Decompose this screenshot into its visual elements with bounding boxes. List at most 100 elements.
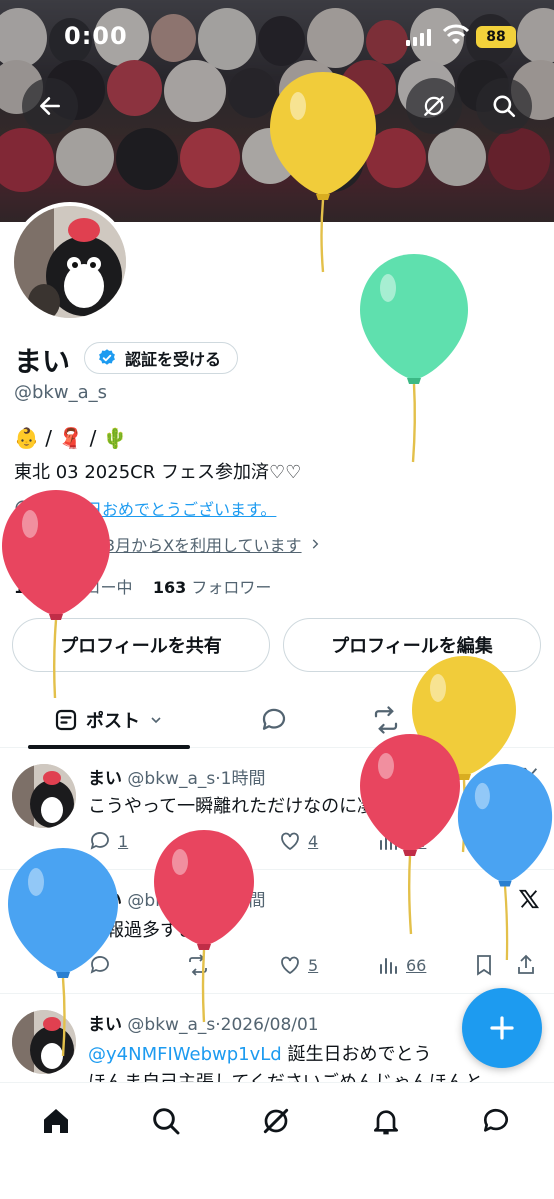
search-icon <box>153 1108 180 1135</box>
retweet-icon <box>189 954 207 976</box>
views-button[interactable]: 74 <box>376 826 426 856</box>
following-label: フォロー中 <box>52 578 133 597</box>
retweet-icon <box>189 830 207 852</box>
tab-replies[interactable] <box>246 692 302 748</box>
followers-link[interactable]: 163 フォロワー <box>153 578 272 597</box>
edit-profile-button[interactable]: プロフィールを編集 <box>283 618 541 672</box>
tweet-text-part: 誕生日おめでとう <box>281 1044 432 1065</box>
reply-count: 1 <box>118 831 129 851</box>
followers-count: 163 <box>152 578 187 597</box>
tweet-header: まい @bkw_a_s·1時間 <box>88 886 265 911</box>
back-button[interactable] <box>22 78 78 134</box>
share-profile-button[interactable]: プロフィールを共有 <box>12 618 270 672</box>
tweet-header: まい @bkw_a_s·1時間 <box>88 764 265 789</box>
birthday-icon <box>15 500 31 516</box>
tweet-avatar[interactable] <box>12 764 76 828</box>
joined-line: 2020 年 3月からXを利用しています <box>14 532 322 556</box>
tweet-avatar[interactable] <box>12 886 76 950</box>
reply-button[interactable] <box>88 950 112 980</box>
following-count: 168 <box>14 578 48 597</box>
nav-messages[interactable] <box>476 1101 516 1141</box>
search-icon <box>493 95 516 118</box>
grok-icon <box>424 96 444 116</box>
bio-line-1: 👶 / 🧣 / 🌵 <box>14 426 128 450</box>
tweet-time[interactable]: ·2026/08/01 <box>215 1015 318 1035</box>
media-icon <box>485 710 511 730</box>
tweet-author-handle[interactable]: @bkw_a_s <box>127 1015 215 1035</box>
tweet-avatar[interactable] <box>12 1010 76 1074</box>
notifications-icon <box>374 1110 398 1135</box>
search-button[interactable] <box>476 78 532 134</box>
tweet-text: こうやって一瞬離れただけなのに凄いんだよ <box>88 796 448 817</box>
joined-link[interactable]: 2020 年 3月からXを利用しています <box>38 532 302 556</box>
like-icon <box>281 832 299 851</box>
tab-reposts[interactable] <box>358 692 414 748</box>
nav-grok[interactable] <box>256 1101 296 1141</box>
bookmark-button[interactable] <box>472 826 496 856</box>
like-count: 5 <box>308 955 319 975</box>
tab-posts[interactable]: ポスト <box>28 692 190 749</box>
avatar-image <box>12 764 76 828</box>
tweet-author-handle[interactable]: @bkw_a_s <box>127 769 215 789</box>
balloon-green <box>360 254 468 463</box>
cellular-signal-icon <box>406 28 431 46</box>
views-count: 74 <box>406 831 427 851</box>
like-icon <box>281 956 299 975</box>
tweet-author-handle[interactable]: @bkw_a_s <box>127 891 215 911</box>
messages-icon <box>483 1108 508 1132</box>
following-link[interactable]: 168 フォロー中 <box>14 578 133 597</box>
tweet-time[interactable]: ·1時間 <box>215 769 265 789</box>
like-button[interactable]: 5 <box>278 950 318 980</box>
avatar-image <box>14 206 126 318</box>
views-icon <box>380 834 397 850</box>
grok-button[interactable] <box>406 78 462 134</box>
profile-avatar[interactable] <box>10 202 130 322</box>
verified-badge-icon <box>99 349 115 365</box>
bookmark-icon <box>477 955 491 976</box>
tweet-item[interactable]: まい @bkw_a_s·1時間 情報過多すぎる 5 66 <box>0 872 554 994</box>
views-icon <box>380 958 397 974</box>
profile-name: まい <box>14 345 71 378</box>
tweet-author-name[interactable]: まい <box>88 769 122 789</box>
wifi-icon <box>443 24 469 44</box>
views-button[interactable]: 66 <box>376 950 426 980</box>
tweet-item[interactable]: まい @bkw_a_s·1時間 こうやって一瞬離れただけなのに凄いんだよ 1 4… <box>0 750 554 870</box>
tweet-actions: 1 4 74 <box>88 826 540 856</box>
nav-home[interactable] <box>36 1101 76 1141</box>
compose-button[interactable] <box>462 988 542 1068</box>
tweet-mention[interactable]: @y4NMFIWebwp1vLd <box>88 1044 282 1065</box>
nav-notifications[interactable] <box>366 1101 406 1141</box>
tweet-text-line2: ほんま自己主張してくださいごめんじゃんほんと <box>88 1068 528 1082</box>
back-icon <box>40 97 60 115</box>
avatar-image <box>12 1010 76 1074</box>
followers-label: フォロワー <box>191 578 272 597</box>
battery-indicator: 88 <box>476 26 516 48</box>
birthday-line: お誕生日おめでとうございます。 <box>14 496 276 520</box>
plus-icon <box>490 1016 514 1040</box>
birthday-link[interactable]: お誕生日おめでとうございます。 <box>38 496 276 520</box>
get-verified-button[interactable]: 認証を受ける <box>84 342 239 374</box>
share-button[interactable] <box>514 826 538 856</box>
share-button[interactable] <box>514 950 538 980</box>
tweet-text: @y4NMFIWebwp1vLd 誕生日おめでとう <box>88 1040 528 1066</box>
tweet-text: 情報過多すぎる <box>88 920 214 941</box>
tab-media[interactable] <box>470 692 526 748</box>
reply-icon <box>90 832 109 850</box>
like-button[interactable]: 4 <box>278 826 318 856</box>
nav-search[interactable] <box>146 1101 186 1141</box>
reply-icon <box>90 956 109 974</box>
reply-button[interactable]: 1 <box>88 826 128 856</box>
retweet-button[interactable] <box>186 826 210 856</box>
tab-posts-label: ポスト <box>86 711 140 732</box>
share-icon <box>518 954 534 974</box>
get-verified-label: 認証を受ける <box>125 350 222 369</box>
bottom-navigation <box>0 1082 554 1199</box>
tweet-author-name[interactable]: まい <box>88 891 122 911</box>
retweet-button[interactable] <box>186 950 210 980</box>
profile-handle: @bkw_a_s <box>14 382 107 403</box>
bookmark-button[interactable] <box>472 950 496 980</box>
tweet-time[interactable]: ·1時間 <box>215 891 265 911</box>
tweet-header: まい @bkw_a_s·2026/08/01 <box>88 1010 319 1035</box>
tweet-author-name[interactable]: まい <box>88 1015 122 1035</box>
views-count: 66 <box>406 955 427 975</box>
